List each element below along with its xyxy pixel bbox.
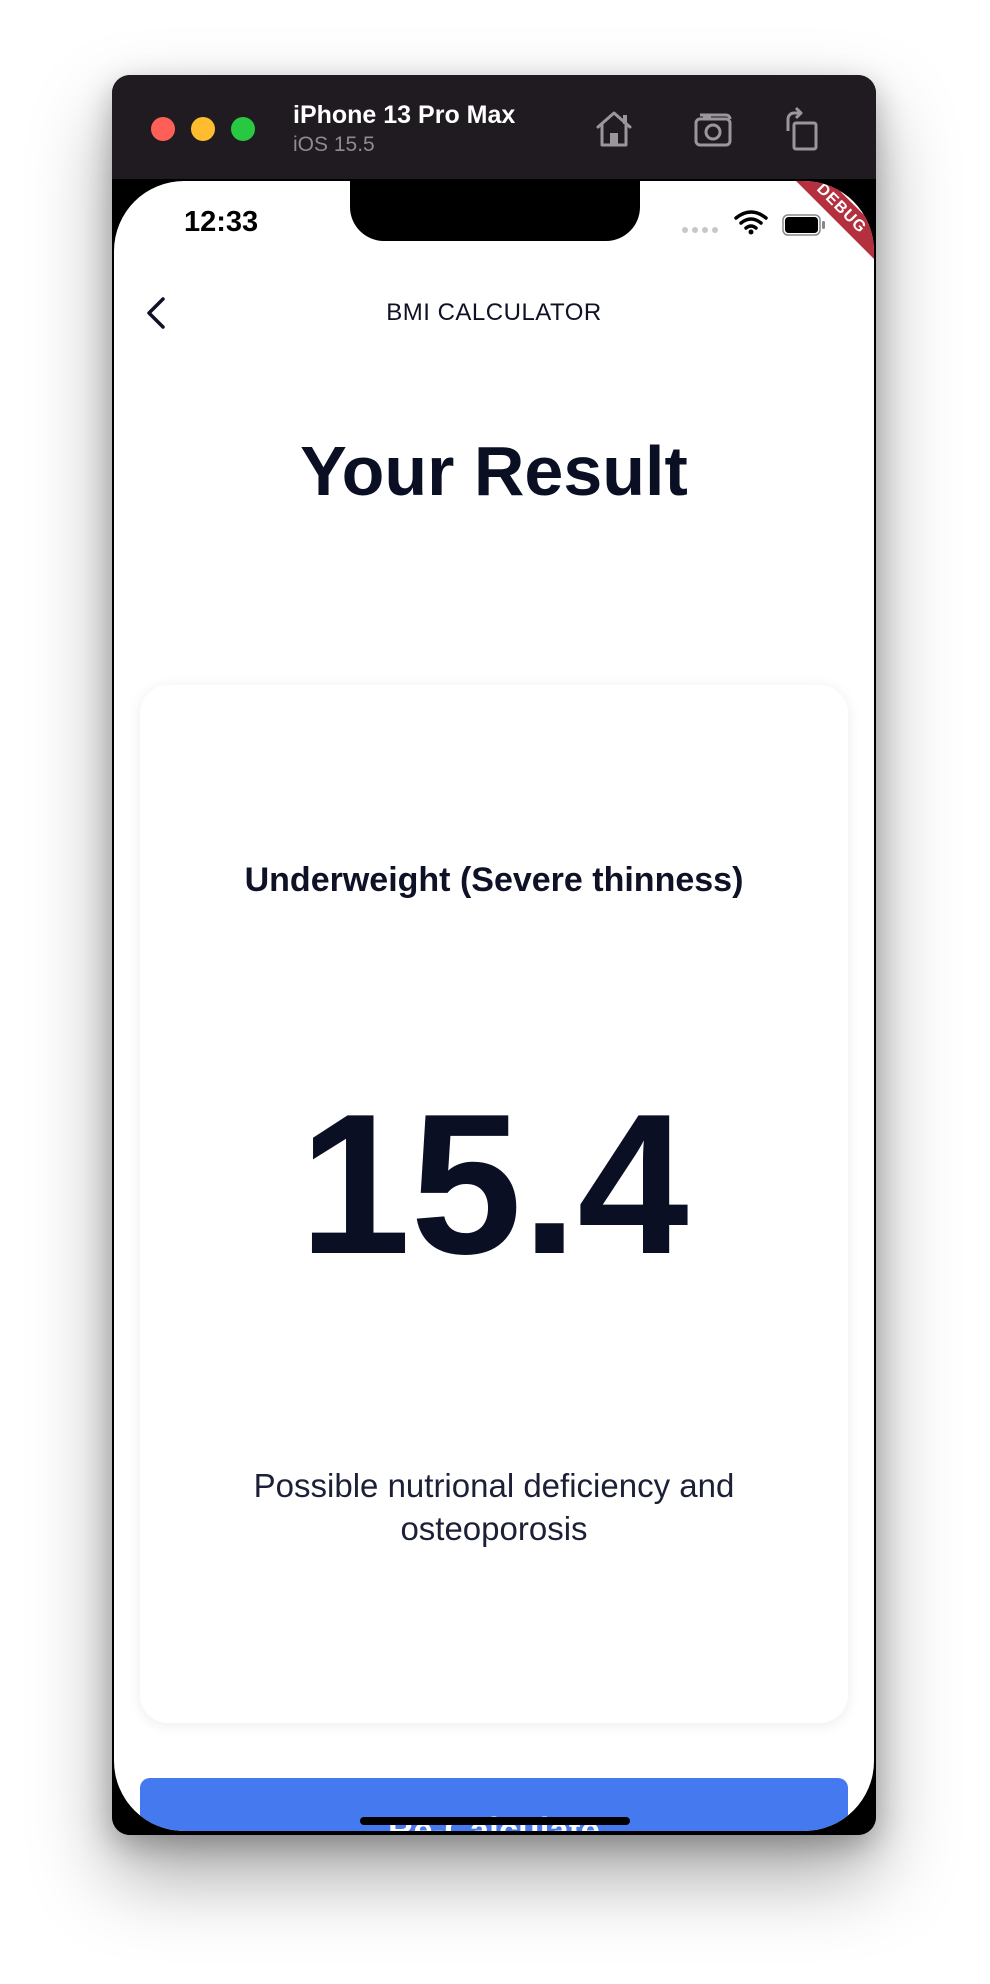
app-screen: 12:33 DEBUG BMI CALCULATOR Your Result U… — [114, 181, 874, 1831]
device-name: iPhone 13 Pro Max — [293, 101, 516, 129]
bmi-value: 15.4 — [299, 1073, 689, 1296]
bmi-advice: Possible nutrional deficiency and osteop… — [253, 1467, 735, 1547]
bmi-category: Underweight (Severe thinness) — [244, 861, 744, 899]
result-card: Underweight (Severe thinness) 15.4 Possi… — [140, 685, 848, 1723]
rotate-icon[interactable] — [780, 105, 828, 153]
close-window-button[interactable] — [151, 117, 175, 141]
simulator-titlebar: iPhone 13 Pro Max iOS 15.5 — [112, 75, 876, 179]
home-indicator — [360, 1817, 630, 1825]
cellular-signal-icon — [682, 227, 718, 233]
battery-icon — [782, 214, 825, 236]
page-title: Your Result — [300, 432, 688, 510]
notch — [350, 181, 640, 241]
simulator-window: iPhone 13 Pro Max iOS 15.5 12:33 DEBUG B… — [112, 75, 876, 1835]
phone-screen: 12:33 DEBUG BMI CALCULATOR Your Result U… — [112, 179, 876, 1835]
zoom-window-button[interactable] — [231, 117, 255, 141]
nav-title: BMI CALCULATOR — [386, 299, 602, 326]
wifi-icon — [734, 210, 768, 235]
status-time: 12:33 — [184, 206, 259, 238]
home-icon[interactable] — [590, 105, 638, 153]
stage: iPhone 13 Pro Max iOS 15.5 12:33 DEBUG B… — [0, 0, 990, 1984]
device-os-version: iOS 15.5 — [293, 133, 375, 156]
minimize-window-button[interactable] — [191, 117, 215, 141]
camera-icon[interactable] — [690, 105, 738, 153]
